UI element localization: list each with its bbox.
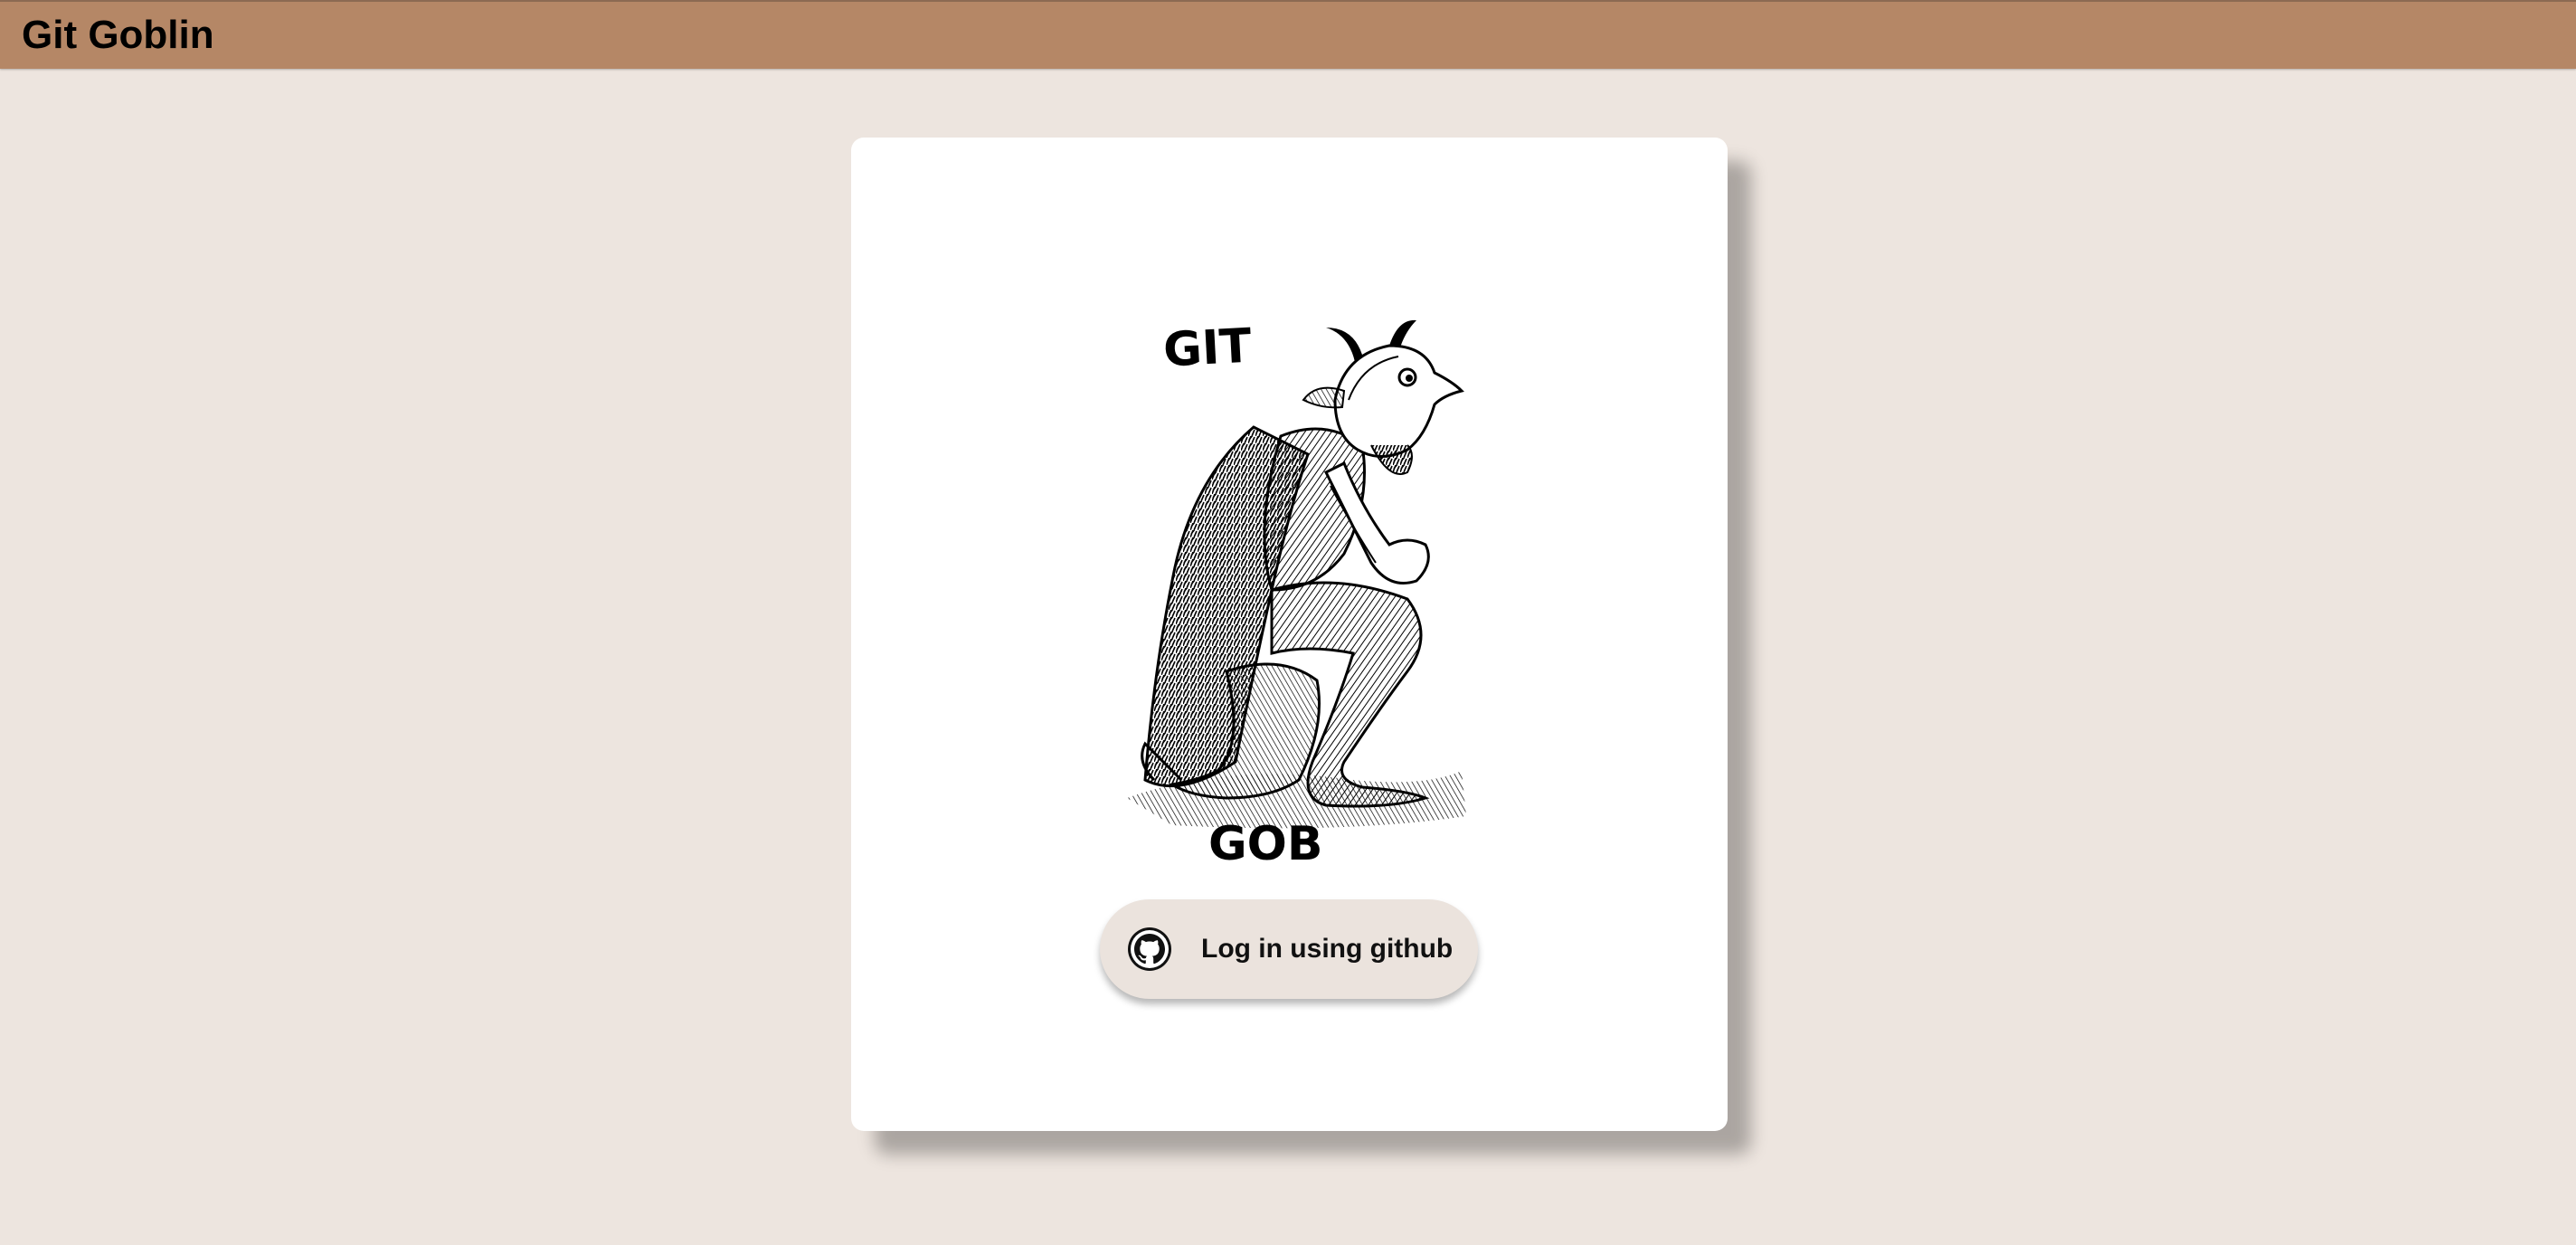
logo-text-gob: GOB [1208,817,1323,870]
github-login-button[interactable]: Log in using github [1100,899,1478,999]
logo-text-git: GIT [1162,319,1254,378]
goblin-horn [1326,328,1362,362]
app-title: Git Goblin [22,13,214,57]
login-button-label: Log in using github [1201,934,1454,964]
login-card: GIT GOB Log in using github [851,138,1728,1131]
goblin-ear [1302,386,1346,409]
goblin-head [1333,344,1464,458]
github-icon [1128,927,1171,971]
goblin-logo: GIT GOB [1127,319,1466,870]
top-bar: Git Goblin [0,0,2576,69]
